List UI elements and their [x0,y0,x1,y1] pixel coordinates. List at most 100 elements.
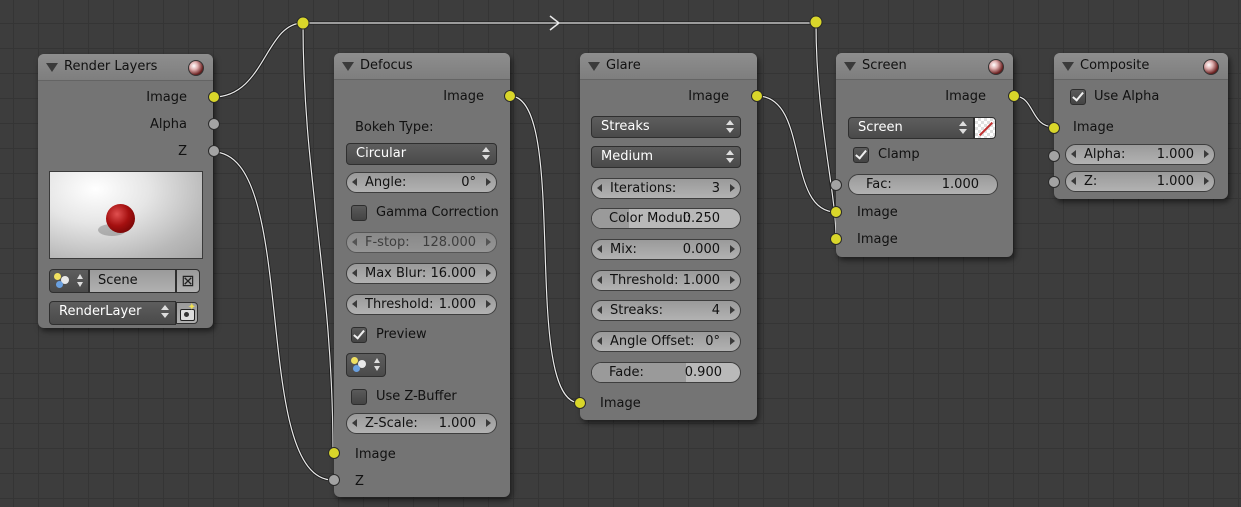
alpha-field[interactable]: Alpha: 1.000 [1065,144,1215,165]
decrement-arrow-icon[interactable] [597,184,602,192]
render-layer-dropdown[interactable]: RenderLayer [49,301,176,325]
output-label-z: Z [178,144,187,159]
scene-browse-button[interactable] [346,353,386,377]
bokeh-type-dropdown[interactable]: Circular [346,143,497,165]
material-preview-icon[interactable] [1203,59,1219,75]
collapse-triangle-icon[interactable] [588,62,600,71]
input-label-image-1: Image [857,205,898,220]
fstop-field[interactable]: F-stop: 128.000 [346,232,497,253]
node-header[interactable]: Composite [1054,53,1228,80]
link-screen-image-to-composite-image [1013,94,1055,129]
collapse-triangle-icon[interactable] [46,63,58,72]
output-socket-alpha[interactable] [208,118,220,130]
scene-browse-button[interactable] [49,269,89,293]
output-socket-image[interactable] [1008,90,1020,102]
collapse-triangle-icon[interactable] [844,62,856,71]
node-render-layers[interactable]: Render Layers Image Alpha Z Scene ⊠ Rend… [38,54,220,328]
use-zbuffer-label: Use Z-Buffer [376,389,457,404]
chevron-updown-icon [374,358,381,372]
render-layer-camera-button[interactable]: ✦ [176,302,198,324]
node-composite[interactable]: Composite Use Alpha Image Alpha: 1.000 Z… [1048,53,1228,199]
decrement-arrow-icon[interactable] [597,276,602,284]
increment-arrow-icon[interactable] [1204,150,1209,158]
glare-type-dropdown[interactable]: Streaks [591,116,741,138]
input-socket-image[interactable] [574,397,586,409]
node-header[interactable]: Glare [580,53,757,80]
increment-arrow-icon[interactable] [730,245,735,253]
use-alpha-checkbox[interactable] [1070,89,1086,105]
zscale-field[interactable]: Z-Scale: 1.000 [346,413,497,434]
decrement-arrow-icon[interactable] [352,300,357,308]
unlink-scene-button[interactable]: ⊠ [176,269,200,293]
decrement-arrow-icon[interactable] [352,269,357,277]
increment-arrow-icon[interactable] [730,276,735,284]
threshold-field[interactable]: Threshold: 1.000 [346,294,497,315]
input-socket-z[interactable] [328,474,340,486]
input-socket-image-2[interactable] [830,233,842,245]
use-zbuffer-checkbox[interactable] [351,389,367,405]
input-socket-image-1[interactable] [830,206,842,218]
fac-field[interactable]: Fac: 1.000 [848,174,998,195]
preview-checkbox[interactable] [351,327,367,343]
scene-name-field[interactable]: Scene [89,269,176,293]
clamp-checkbox[interactable] [853,147,869,163]
decrement-arrow-icon[interactable] [597,306,602,314]
decrement-arrow-icon[interactable] [352,419,357,427]
node-defocus[interactable]: Defocus Image Bokeh Type: Circular Angle… [328,53,516,497]
output-socket-image[interactable] [751,90,763,102]
fade-slider[interactable]: Fade: 0.900 [591,362,741,383]
output-socket-z[interactable] [208,145,220,157]
output-label-image: Image [146,90,187,105]
increment-arrow-icon[interactable] [486,178,491,186]
gamma-correction-checkbox[interactable] [351,205,367,221]
red-sphere [106,204,135,233]
output-socket-image[interactable] [208,91,220,103]
decrement-arrow-icon[interactable] [1071,177,1076,185]
quality-dropdown[interactable]: Medium [591,146,741,168]
decrement-arrow-icon[interactable] [597,245,602,253]
color-modulation-slider[interactable]: Color Modul: 0.250 [591,208,741,229]
link-reroute-to-defocus-image [301,22,335,454]
z-field[interactable]: Z: 1.000 [1065,171,1215,192]
node-header[interactable]: Screen [836,53,1013,80]
mix-field[interactable]: Mix: 0.000 [591,239,741,260]
angle-field[interactable]: Angle: 0° [346,172,497,193]
node-header[interactable]: Render Layers [38,54,213,81]
decrement-arrow-icon[interactable] [1071,150,1076,158]
increment-arrow-icon[interactable] [730,184,735,192]
decrement-arrow-icon[interactable] [352,178,357,186]
node-glare[interactable]: Glare Image Streaks Medium Iterations: 3… [574,53,763,420]
chevron-updown-icon [959,121,967,135]
increment-arrow-icon[interactable] [730,306,735,314]
chevron-updown-icon [161,305,169,319]
material-preview-icon[interactable] [188,60,204,76]
increment-arrow-icon[interactable] [486,269,491,277]
output-socket-image[interactable] [504,90,516,102]
increment-arrow-icon[interactable] [486,300,491,308]
input-socket-image[interactable] [1048,122,1060,134]
max-blur-field[interactable]: Max Blur: 16.000 [346,263,497,284]
output-label-image: Image [945,89,986,104]
streaks-field[interactable]: Streaks: 4 [591,300,741,321]
iterations-field[interactable]: Iterations: 3 [591,178,741,199]
node-screen[interactable]: Screen Image Screen Clamp Fac: 1.000 Ima… [830,53,1020,257]
collapse-triangle-icon[interactable] [1062,62,1074,71]
node-title: Composite [1080,58,1150,73]
input-socket-image[interactable] [328,447,340,459]
input-label-z: Z [355,474,364,489]
input-socket-alpha[interactable] [1048,150,1060,162]
use-alpha-toggle-icon[interactable] [974,117,996,139]
node-header[interactable]: Defocus [334,53,510,80]
decrement-arrow-icon[interactable] [597,337,602,345]
input-socket-fac[interactable] [830,179,842,191]
increment-arrow-icon[interactable] [730,337,735,345]
blend-mode-dropdown[interactable]: Screen [848,117,974,139]
input-socket-z[interactable] [1048,176,1060,188]
decrement-arrow-icon [352,238,357,246]
increment-arrow-icon[interactable] [486,419,491,427]
increment-arrow-icon[interactable] [1204,177,1209,185]
collapse-triangle-icon[interactable] [342,62,354,71]
angle-offset-field[interactable]: Angle Offset: 0° [591,331,741,352]
threshold-field[interactable]: Threshold: 1.000 [591,270,741,291]
material-preview-icon[interactable] [988,59,1004,75]
